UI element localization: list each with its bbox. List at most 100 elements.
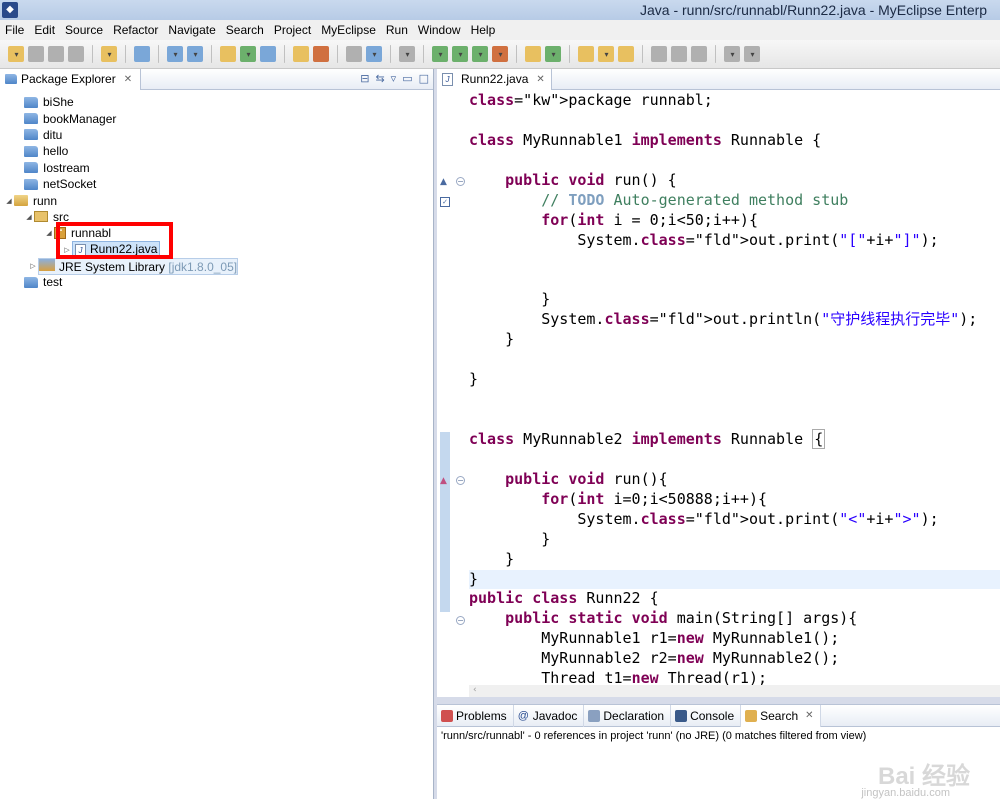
open-task-icon[interactable] <box>578 46 594 62</box>
collapse-twisty-icon[interactable]: ▷ <box>28 262 38 270</box>
new-wizard-icon[interactable] <box>8 46 24 62</box>
server-icon[interactable] <box>134 46 150 62</box>
pin-icon[interactable] <box>651 46 667 62</box>
tab-console[interactable]: Console <box>671 704 742 727</box>
menu-search[interactable]: Search <box>221 23 269 37</box>
code-line[interactable]: public class Runn22 { <box>469 589 1000 609</box>
override-marker-icon[interactable]: ▲ <box>440 177 450 187</box>
minimize-icon[interactable]: ▭ <box>402 72 412 85</box>
tree-item-ditu[interactable]: ditu <box>0 127 433 143</box>
tree-item-netsocket[interactable]: netSocket <box>0 176 433 192</box>
tree-item-jre-library[interactable]: ▷ JRE System Library [jdk1.8.0_05] <box>0 257 433 275</box>
code-line[interactable]: ​ <box>469 450 1000 470</box>
menu-myeclipse[interactable]: MyEclipse <box>316 23 381 37</box>
code-line[interactable]: ​ <box>469 390 1000 410</box>
code-line[interactable]: } <box>469 550 1000 570</box>
search-folder-icon[interactable] <box>618 46 634 62</box>
code-line[interactable]: System.class="fld">out.print("<"+i+">"); <box>469 510 1000 530</box>
menu-help[interactable]: Help <box>466 23 501 37</box>
expand-twisty-icon[interactable]: ◢ <box>4 197 14 205</box>
code-line[interactable]: public void run() { <box>469 171 1000 191</box>
code-line[interactable]: ​ <box>469 350 1000 370</box>
prev-annotation-icon[interactable] <box>744 46 760 62</box>
fold-toggle-icon[interactable]: − <box>456 616 465 625</box>
code-line[interactable]: ​ <box>469 270 1000 290</box>
code-line[interactable]: } <box>469 370 1000 390</box>
tab-problems[interactable]: Problems <box>437 704 514 727</box>
export-icon[interactable] <box>313 46 329 62</box>
code-line[interactable]: ​ <box>469 151 1000 171</box>
next-annotation-icon[interactable] <box>724 46 740 62</box>
expand-twisty-icon[interactable]: ◢ <box>44 229 54 237</box>
code-line[interactable]: class MyRunnable2 implements Runnable { <box>469 428 1000 450</box>
horizontal-scrollbar[interactable]: ‹ <box>469 685 1000 697</box>
tab-declaration[interactable]: Declaration <box>584 704 672 727</box>
menu-source[interactable]: Source <box>60 23 108 37</box>
deploy-icon[interactable] <box>167 46 183 62</box>
code-line[interactable]: MyRunnable1 r1=new MyRunnable1(); <box>469 629 1000 649</box>
external-tools-icon[interactable] <box>492 46 508 62</box>
link-editor-icon[interactable]: ⇆ <box>375 72 384 85</box>
debug-icon[interactable] <box>432 46 448 62</box>
menu-window[interactable]: Window <box>413 23 466 37</box>
toggle-mark-icon[interactable] <box>671 46 687 62</box>
code-line[interactable]: ​ <box>469 410 1000 430</box>
fold-toggle-icon[interactable]: − <box>456 177 465 186</box>
code-line[interactable]: } <box>469 569 1000 590</box>
run-icon[interactable] <box>452 46 468 62</box>
run-last-icon[interactable] <box>472 46 488 62</box>
save-icon[interactable] <box>28 46 44 62</box>
close-icon[interactable]: ✕ <box>536 74 544 85</box>
tree-item-runn22-java[interactable]: ▷ J Runn22.java <box>0 241 433 259</box>
tree-item-src[interactable]: ◢ src <box>0 209 433 225</box>
open-file-icon[interactable] <box>293 46 309 62</box>
code-line[interactable]: class MyRunnable1 implements Runnable { <box>469 131 1000 151</box>
library-row[interactable]: JRE System Library [jdk1.8.0_05] <box>38 257 239 275</box>
db-icon[interactable] <box>346 46 362 62</box>
tree-item-iostream[interactable]: Iostream <box>0 160 433 176</box>
collapse-all-icon[interactable]: ⊟ <box>360 72 369 85</box>
code-line[interactable]: } <box>469 290 1000 310</box>
collapse-twisty-icon[interactable]: ▷ <box>62 246 72 254</box>
browser-icon[interactable] <box>366 46 382 62</box>
tab-runn22-java[interactable]: J Runn22.java ✕ <box>437 68 552 90</box>
code-line[interactable]: System.class="fld">out.print("["+i+"]"); <box>469 231 1000 251</box>
tree-item-bishe[interactable]: biShe <box>0 94 433 110</box>
code-line[interactable]: ​ <box>469 111 1000 131</box>
run-server-icon[interactable] <box>240 46 256 62</box>
tab-search[interactable]: Search ✕ <box>741 704 821 727</box>
menu-edit[interactable]: Edit <box>29 23 60 37</box>
menu-project[interactable]: Project <box>269 23 316 37</box>
menu-navigate[interactable]: Navigate <box>163 23 220 37</box>
override-marker-icon[interactable]: ▲ <box>440 476 450 486</box>
code-line[interactable]: public void run(){ <box>469 470 1000 490</box>
code-line[interactable]: MyRunnable2 r2=new MyRunnable2(); <box>469 649 1000 669</box>
globe-icon[interactable] <box>260 46 276 62</box>
code-line[interactable]: // TODO Auto-generated method stub <box>469 191 1000 211</box>
tree-item-runnabl[interactable]: ◢runnabl <box>0 225 433 241</box>
print-icon[interactable] <box>68 46 84 62</box>
code-line[interactable]: } <box>469 530 1000 550</box>
task-marker-icon[interactable]: ✓ <box>440 197 450 207</box>
close-icon[interactable]: ✕ <box>124 74 132 85</box>
code-line[interactable]: for(int i = 0;i<50;i++){ <box>469 211 1000 231</box>
pen-icon[interactable] <box>598 46 614 62</box>
menu-refactor[interactable]: Refactor <box>108 23 163 37</box>
tree-item-runn[interactable]: ◢ runn <box>0 192 433 208</box>
save-all-icon[interactable] <box>48 46 64 62</box>
code-line[interactable]: } <box>469 330 1000 350</box>
fold-toggle-icon[interactable]: − <box>456 476 465 485</box>
new-package-icon[interactable] <box>525 46 541 62</box>
code-line[interactable]: System.class="fld">out.println("守护线程执行完毕… <box>469 310 1000 330</box>
open-folder-icon[interactable] <box>220 46 236 62</box>
tree-item-bookmanager[interactable]: bookManager <box>0 110 433 126</box>
close-icon[interactable]: ✕ <box>805 710 813 721</box>
code-line[interactable]: ​ <box>469 251 1000 271</box>
tab-package-explorer[interactable]: Package Explorer ✕ <box>0 68 142 90</box>
code-line[interactable]: public static void main(String[] args){ <box>469 609 1000 629</box>
code-line[interactable]: class="kw">package runnabl; <box>469 91 1000 111</box>
new-class-icon[interactable] <box>545 46 561 62</box>
menu-file[interactable]: File <box>0 23 29 37</box>
view-menu-icon[interactable]: ▿ <box>391 72 397 85</box>
code-line[interactable]: for(int i=0;i<50888;i++){ <box>469 490 1000 510</box>
